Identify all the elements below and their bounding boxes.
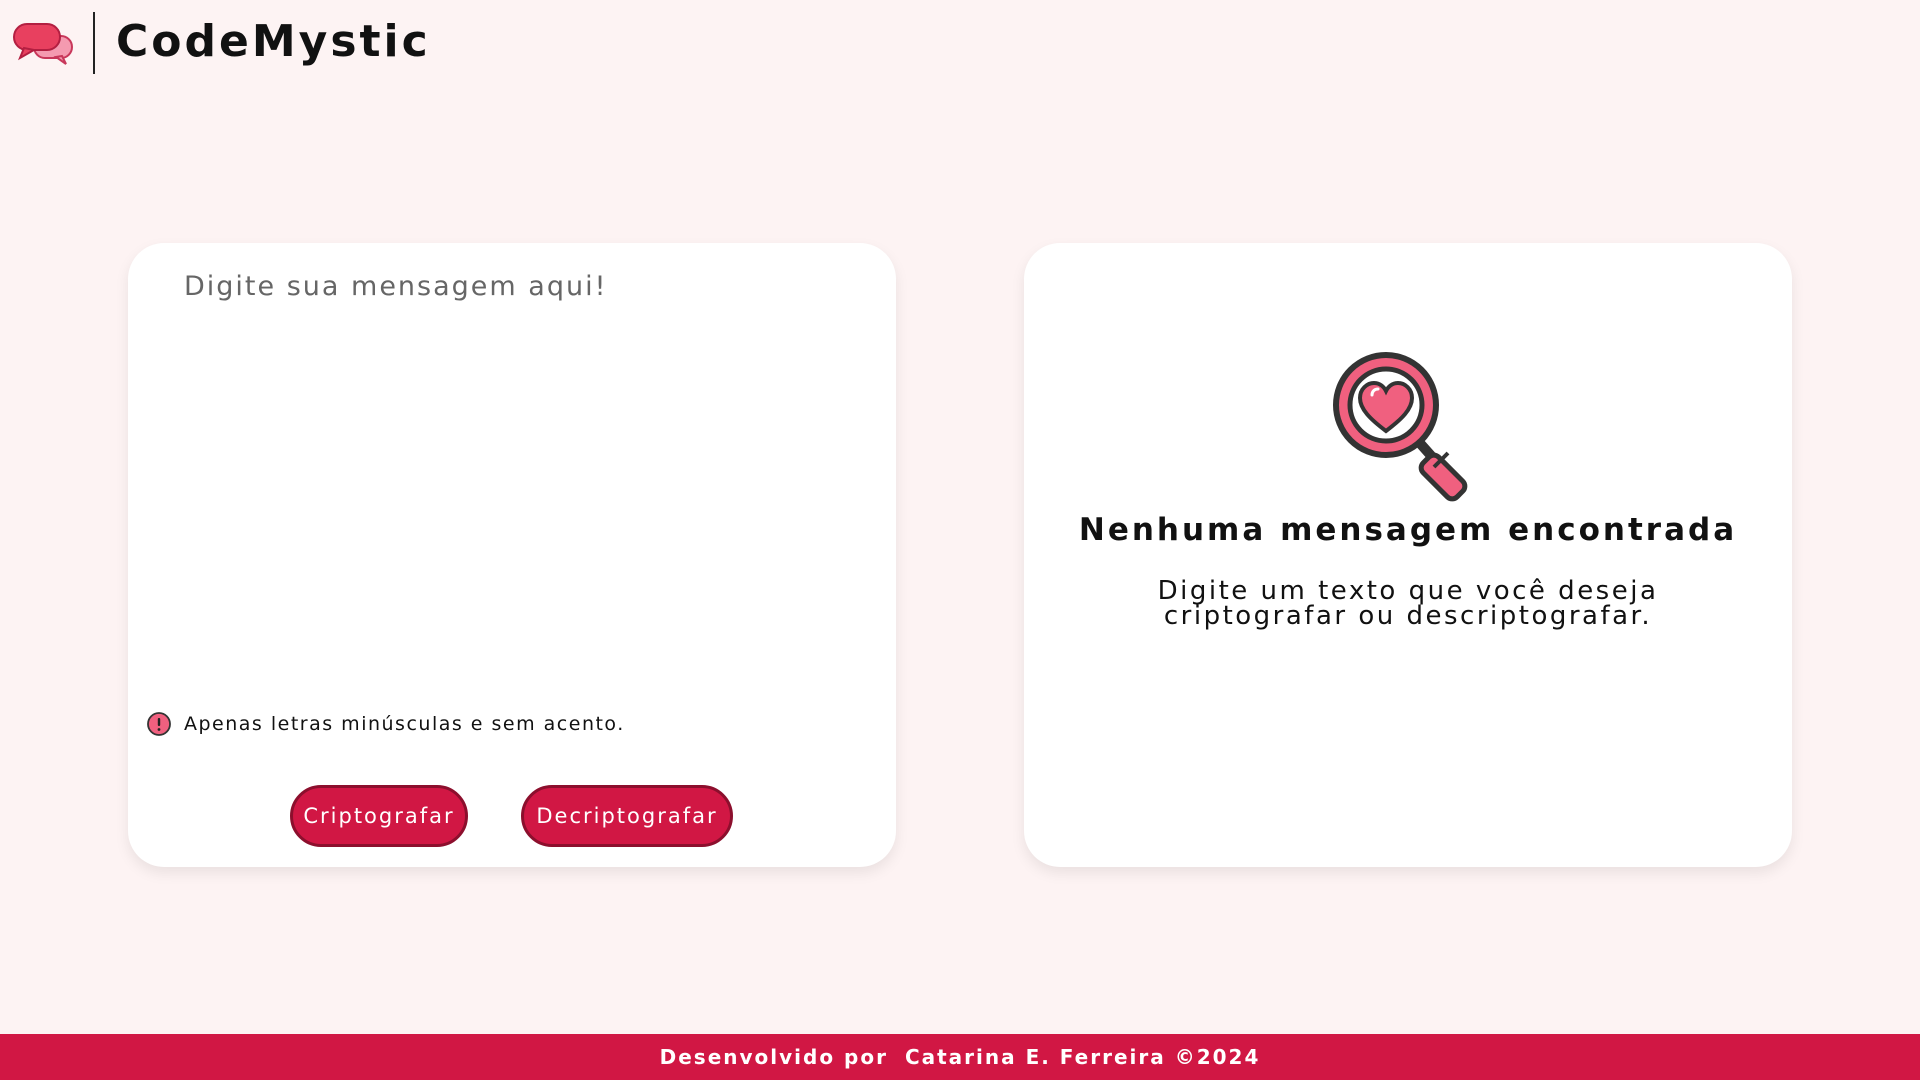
empty-state-subtitle: Digite um texto que você deseja criptogr… <box>1157 576 1659 631</box>
app-header: CodeMystic <box>0 0 600 90</box>
message-input[interactable] <box>184 271 844 671</box>
footer-credit: Desenvolvido por Catarina E. Ferreira ©2… <box>656 1045 1265 1069</box>
input-hint: Apenas letras minúsculas e sem acento. <box>146 711 625 737</box>
empty-state-title: Nenhuma mensagem encontrada <box>1078 512 1738 548</box>
footer-prefix: Desenvolvido por <box>659 1045 888 1069</box>
header-divider <box>93 12 95 74</box>
output-card: Nenhuma mensagem encontrada Digite um te… <box>1024 243 1792 867</box>
encrypt-button[interactable]: Criptografar <box>290 785 468 847</box>
brand-title: CodeMystic <box>116 16 431 67</box>
footer: Desenvolvido por Catarina E. Ferreira ©2… <box>0 1034 1920 1080</box>
hint-text: Apenas letras minúsculas e sem acento. <box>184 713 625 735</box>
exclamation-circle-icon <box>147 712 171 736</box>
footer-author: Catarina E. Ferreira ©2024 <box>904 1045 1261 1069</box>
chat-bubbles-icon <box>13 23 73 65</box>
magnifier-heart-icon <box>1333 352 1468 502</box>
input-card: Apenas letras minúsculas e sem acento. C… <box>128 243 896 867</box>
decrypt-button[interactable]: Decriptografar <box>521 785 733 847</box>
